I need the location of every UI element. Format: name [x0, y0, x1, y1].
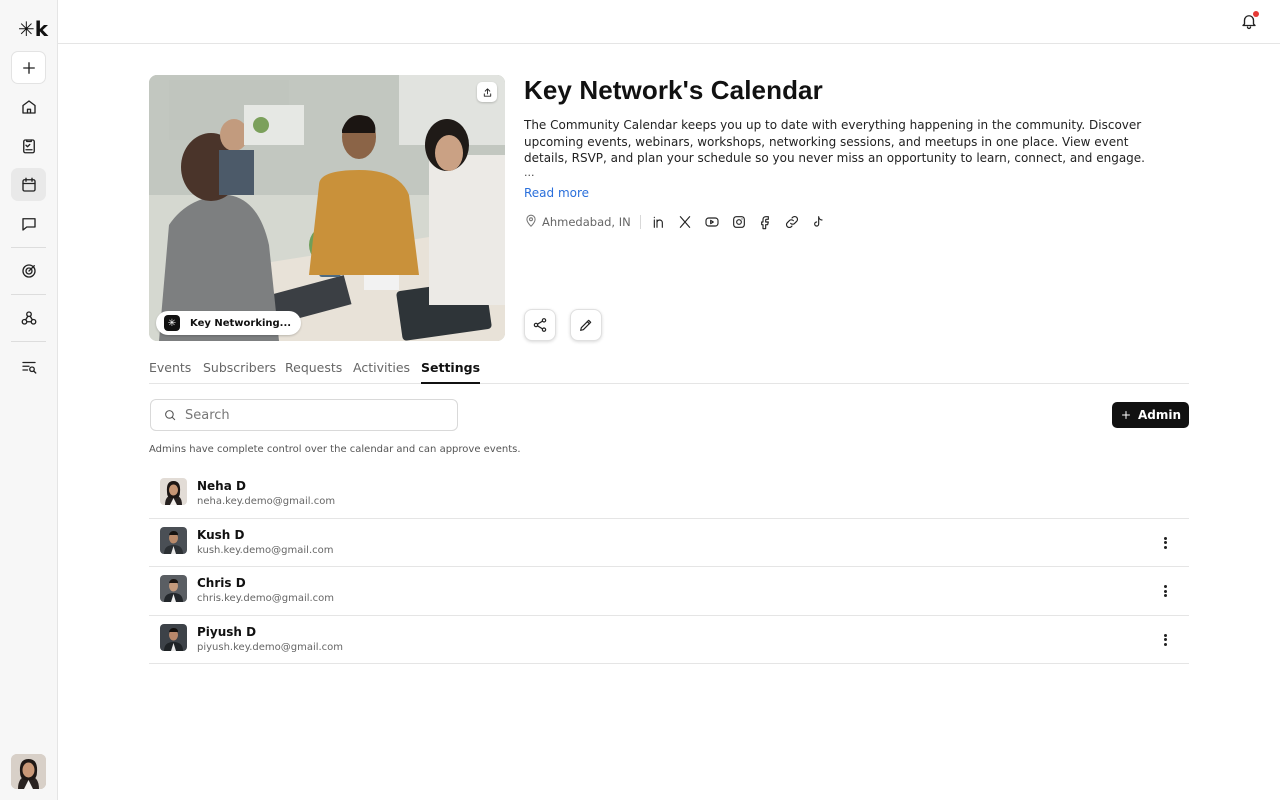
- calendar-chip-label: Key Networking...: [190, 317, 292, 329]
- admin-name: Chris D: [197, 576, 246, 590]
- avatar: [160, 478, 187, 505]
- sidebar-item-tasks[interactable]: [11, 129, 46, 162]
- create-button[interactable]: [11, 51, 46, 84]
- app-logo[interactable]: ✳k: [18, 19, 48, 39]
- location-text: Ahmedabad, IN: [542, 215, 631, 229]
- sidebar-item-calendar[interactable]: [11, 168, 46, 201]
- more-options-icon[interactable]: [1161, 535, 1169, 551]
- description-ellipsis: ...: [524, 166, 535, 179]
- chat-icon: [21, 217, 36, 231]
- change-cover-button[interactable]: [477, 82, 497, 102]
- top-bar: [58, 0, 1280, 44]
- webhook-icon: [21, 310, 36, 325]
- plus-icon: [1121, 411, 1130, 419]
- instagram-icon[interactable]: [730, 213, 748, 231]
- sidebar-item-search-list[interactable]: [11, 350, 46, 383]
- sidebar-divider: [11, 341, 46, 342]
- sidebar-item-home[interactable]: [11, 90, 46, 123]
- sidebar-item-integrations[interactable]: [11, 301, 46, 334]
- admin-email: kush.key.demo@gmail.com: [197, 544, 334, 556]
- calendar-tabs: Events Subscribers Requests Activities S…: [149, 358, 1189, 384]
- tab-activities[interactable]: Activities: [353, 360, 410, 384]
- admin-email: neha.key.demo@gmail.com: [197, 496, 336, 507]
- notification-dot: [1253, 11, 1259, 17]
- notifications-button[interactable]: [1240, 11, 1260, 32]
- more-options-icon[interactable]: [1161, 632, 1169, 648]
- sidebar-divider: [11, 294, 46, 295]
- user-avatar[interactable]: [11, 754, 46, 789]
- upload-icon: [483, 87, 491, 97]
- home-icon: [21, 99, 36, 114]
- tab-requests[interactable]: Requests: [285, 360, 342, 384]
- x-icon[interactable]: [676, 213, 694, 231]
- admin-email: chris.key.demo@gmail.com: [197, 593, 335, 604]
- admin-row: Neha D neha.key.demo@gmail.com: [149, 470, 1189, 519]
- avatar: [160, 575, 187, 602]
- sidebar-item-messages[interactable]: [11, 207, 46, 240]
- cover-photo: [149, 75, 505, 341]
- admin-note: Admins have complete control over the ca…: [149, 444, 521, 455]
- target-icon: [21, 263, 36, 278]
- add-admin-button[interactable]: Admin: [1112, 402, 1189, 428]
- calendar-chip[interactable]: ✳ Key Networking...: [156, 311, 302, 335]
- share-icon: [533, 318, 547, 332]
- search-icon: [165, 410, 176, 421]
- tab-events[interactable]: Events: [149, 360, 191, 384]
- facebook-icon[interactable]: [756, 213, 774, 231]
- list-search-icon: [21, 361, 36, 374]
- info-divider: [639, 215, 641, 229]
- tab-subscribers[interactable]: Subscribers: [203, 360, 276, 384]
- search-input[interactable]: [185, 407, 445, 423]
- share-button[interactable]: [524, 309, 556, 341]
- location-pin-icon: [524, 213, 538, 232]
- tiktok-icon[interactable]: [809, 213, 827, 231]
- sidebar-divider: [11, 247, 46, 248]
- link-icon[interactable]: [783, 213, 801, 231]
- pencil-icon: [580, 319, 592, 331]
- calendar-icon: [21, 177, 36, 192]
- cover-image: ✳ Key Networking...: [149, 75, 505, 341]
- read-more-link[interactable]: Read more: [524, 186, 589, 200]
- sidebar: ✳k: [0, 0, 58, 800]
- plus-icon: [22, 61, 35, 74]
- clipboard-icon: [22, 138, 35, 153]
- calendar-logo-icon: ✳: [164, 315, 180, 331]
- page-title: Key Network's Calendar: [524, 75, 823, 105]
- tab-settings[interactable]: Settings: [421, 360, 481, 384]
- add-admin-label: Admin: [1137, 408, 1182, 422]
- youtube-icon[interactable]: [703, 213, 721, 231]
- search-field[interactable]: [150, 399, 458, 431]
- more-options-icon[interactable]: [1161, 583, 1169, 599]
- calendar-description: The Community Calendar keeps you up to d…: [524, 118, 1145, 165]
- admin-row: Chris D chris.key.demo@gmail.com: [149, 567, 1189, 616]
- admin-list: Neha D neha.key.demo@gmail.com Kush D ku…: [149, 470, 1189, 664]
- admin-name: Kush D: [197, 527, 245, 542]
- calendar-info-row: Ahmedabad, IN: [524, 212, 836, 232]
- admin-email: piyush.key.demo@gmail.com: [197, 641, 344, 653]
- admin-name: Neha D: [197, 479, 246, 493]
- avatar: [160, 623, 187, 651]
- avatar: [160, 526, 187, 554]
- admin-name: Piyush D: [197, 624, 257, 639]
- admin-row: Piyush D piyush.key.demo@gmail.com: [149, 616, 1189, 664]
- linkedin-icon[interactable]: [650, 213, 668, 231]
- edit-button[interactable]: [570, 309, 602, 341]
- admin-row: Kush D kush.key.demo@gmail.com: [149, 519, 1189, 567]
- sidebar-item-analytics[interactable]: [11, 254, 46, 287]
- user-avatar-image: [11, 754, 46, 789]
